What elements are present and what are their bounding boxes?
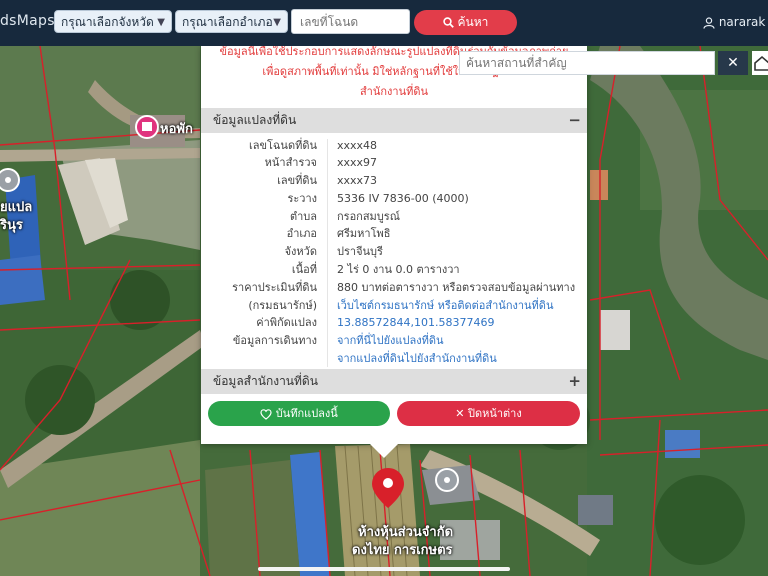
row-label: จังหวัด <box>284 245 317 258</box>
province-select-value: กรุณาเลือกจังหวัด <box>61 15 154 29</box>
search-icon <box>442 17 454 28</box>
info-row-subdistrict: ตำบล กรอกสมบูรณ์ <box>201 208 587 225</box>
row-value: กรอกสมบูรณ์ <box>337 210 400 223</box>
row-label: ราคาประเมินที่ดิน <box>232 281 317 294</box>
row-label: เนื้อที่ <box>291 263 317 276</box>
row-label: ระวาง <box>287 192 317 205</box>
place-search-clear-button[interactable]: ✕ <box>718 51 748 75</box>
save-parcel-label: บันทึกแปลงนี้ <box>275 407 338 420</box>
row-label: (กรมธนารักษ์) <box>248 299 317 312</box>
info-row-treasury: (กรมธนารักษ์) เว็บไซต์กรมธนารักษ์ หรือติ… <box>201 297 587 314</box>
row-label: ข้อมูลการเดินทาง <box>232 334 317 347</box>
info-row-map-sheet: ระวาง 5336 IV 7836-00 (4000) <box>201 190 587 207</box>
info-row-coordinates: ค่าพิกัดแปลง 13.88572844,101.58377469 <box>201 314 587 331</box>
row-value: ปราจีนบุรี <box>337 245 383 258</box>
search-button-label: ค้นหา <box>457 15 489 29</box>
land-section-title: ข้อมูลแปลงที่ดิน <box>213 113 297 127</box>
row-value: xxxx48 <box>337 139 378 152</box>
deed-number-input[interactable] <box>291 9 410 34</box>
map-poi-label-dormitory: หอพัก <box>160 122 193 137</box>
info-row-province: จังหวัด ปราจีนบุรี <box>201 243 587 260</box>
top-navigation-bar: dsMaps กรุณาเลือกจังหวัด ▼ กรุณาเลือกอำเ… <box>0 0 768 46</box>
home-button[interactable] <box>752 51 768 75</box>
info-row-survey-page: หน้าสำรวจ xxxx97 <box>201 154 587 171</box>
row-label: เลขโฉนดที่ดิน <box>249 139 317 152</box>
collapse-icon[interactable]: − <box>568 108 581 133</box>
row-value: xxxx73 <box>337 174 378 187</box>
row-label: เลขที่ดิน <box>277 174 317 187</box>
office-section-title: ข้อมูลสำนักงานที่ดิน <box>213 374 318 388</box>
map-poi-label-company-2: ดงไทย การเกษตร <box>352 543 453 558</box>
row-value: 5336 IV 7836-00 (4000) <box>337 192 469 205</box>
chevron-down-icon: ▼ <box>273 17 281 28</box>
land-section-header[interactable]: ข้อมูลแปลงที่ดิน − <box>201 108 587 133</box>
close-window-label: ปิดหน้าต่าง <box>467 407 522 420</box>
save-parcel-button[interactable]: บันทึกแปลงนี้ <box>208 401 390 426</box>
district-select-value: กรุณาเลือกอำเภอ <box>182 15 273 29</box>
row-label: ค่าพิกัดแปลง <box>256 316 317 329</box>
close-icon: ✕ <box>455 407 465 420</box>
popup-pointer <box>370 444 398 458</box>
info-row-land-number: เลขที่ดิน xxxx73 <box>201 172 587 189</box>
treasury-website-link[interactable]: เว็บไซต์กรมธนารักษ์ หรือติดต่อสำนักงานที… <box>337 297 553 314</box>
app-brand[interactable]: dsMaps <box>0 13 55 29</box>
close-icon: ✕ <box>727 55 739 71</box>
chevron-down-icon: ▼ <box>157 17 165 28</box>
directions-to-parcel-link[interactable]: จากที่นี่ไปยังแปลงที่ดิน <box>337 332 443 349</box>
user-icon <box>703 16 715 29</box>
home-indicator[interactable] <box>258 567 510 571</box>
row-label: หน้าสำรวจ <box>264 156 317 169</box>
info-row-directions: ข้อมูลการเดินทาง จากที่นี่ไปยังแปลงที่ดิ… <box>201 332 587 349</box>
province-select[interactable]: กรุณาเลือกจังหวัด ▼ <box>54 10 172 33</box>
info-row-district: อำเภอ ศรีมหาโพธิ <box>201 225 587 242</box>
map-poi-label-left-2: รินุร <box>0 218 23 233</box>
search-button[interactable]: ค้นหา <box>414 10 517 35</box>
row-value: xxxx97 <box>337 156 378 169</box>
office-section-header[interactable]: ข้อมูลสำนักงานที่ดิน + <box>201 369 587 394</box>
info-row-deed-number: เลขโฉนดที่ดิน xxxx48 <box>201 137 587 154</box>
land-parcel-popup: ข้อมูลนี้เพื่อใช้ประกอบการแสดงลักษณะรูปแ… <box>201 46 587 444</box>
row-label: อำเภอ <box>286 227 317 240</box>
info-row-directions-office: จากแปลงที่ดินไปยังสำนักงานที่ดิน <box>201 350 587 367</box>
row-value: 2 ไร่ 0 งาน 0.0 ตารางวา <box>337 263 460 276</box>
user-name: nararak <box>718 15 766 29</box>
expand-icon[interactable]: + <box>568 369 581 394</box>
district-select[interactable]: กรุณาเลือกอำเภอ ▼ <box>175 10 288 33</box>
info-row-appraised-price: ราคาประเมินที่ดิน 880 บาทต่อตารางวา หรือ… <box>201 279 587 296</box>
disclaimer-line-3: สำนักงานที่ดิน <box>359 85 429 98</box>
place-search-input[interactable] <box>459 51 715 75</box>
close-window-button[interactable]: ✕ ปิดหน้าต่าง <box>397 401 580 426</box>
row-value: 880 บาทต่อตารางวา หรือตรวจสอบข้อมูลผ่านท… <box>337 281 576 294</box>
row-value: ศรีมหาโพธิ <box>337 227 391 240</box>
directions-to-office-link[interactable]: จากแปลงที่ดินไปยังสำนักงานที่ดิน <box>337 350 497 367</box>
user-account[interactable]: nararak <box>703 15 765 29</box>
home-icon <box>754 55 768 71</box>
row-label: ตำบล <box>289 210 317 223</box>
heart-icon <box>260 408 272 420</box>
info-row-area: เนื้อที่ 2 ไร่ 0 งาน 0.0 ตารางวา <box>201 261 587 278</box>
coordinates-link[interactable]: 13.88572844,101.58377469 <box>337 314 494 331</box>
